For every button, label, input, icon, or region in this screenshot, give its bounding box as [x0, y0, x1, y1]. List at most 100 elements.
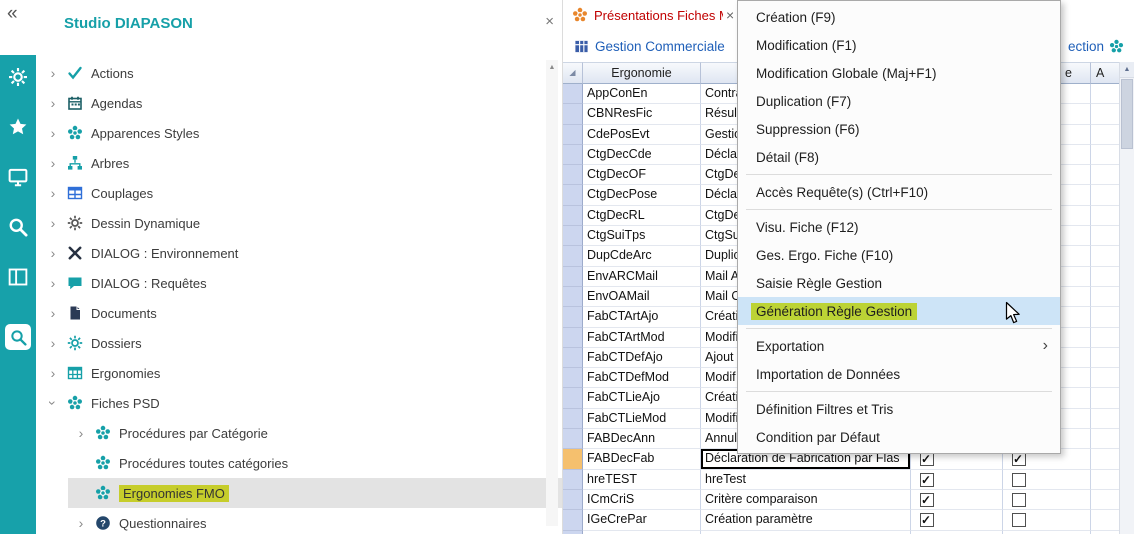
row-header-cell[interactable]: [563, 165, 583, 185]
extra-cell[interactable]: [1091, 104, 1120, 124]
checkbox-cell-2[interactable]: [1003, 490, 1091, 510]
row-header-cell[interactable]: [563, 307, 583, 327]
column-header-ergonomie[interactable]: Ergonomie: [583, 62, 701, 84]
tree-item-ergonomies-fmo[interactable]: Ergonomies FMO: [36, 478, 562, 508]
chevron-right-icon[interactable]: ›: [46, 95, 60, 111]
ergonomie-cell[interactable]: FabCTDefMod: [583, 368, 701, 388]
tree-item-actions[interactable]: ›Actions: [36, 58, 562, 88]
ergonomie-cell[interactable]: FABDecFab: [583, 449, 701, 469]
tree-item-dossiers[interactable]: ›Dossiers: [36, 328, 562, 358]
checkbox-cell-1[interactable]: [911, 490, 1003, 510]
chevron-right-icon[interactable]: ›: [46, 155, 60, 171]
tree-scrollbar[interactable]: ▲: [546, 60, 558, 526]
row-header-cell[interactable]: [563, 185, 583, 205]
chevron-right-icon[interactable]: ›: [46, 335, 60, 351]
chevron-right-icon[interactable]: ›: [46, 275, 60, 291]
select-all-corner-icon[interactable]: ◢: [569, 69, 575, 77]
corner-header[interactable]: ◢: [563, 62, 583, 84]
ergonomie-cell[interactable]: AppConEn: [583, 84, 701, 104]
checkbox-cell-2[interactable]: [1003, 510, 1091, 530]
row-header-cell[interactable]: [563, 328, 583, 348]
layouts-button[interactable]: [0, 259, 36, 295]
extra-cell[interactable]: [1091, 328, 1120, 348]
ergonomie-cell[interactable]: CdePosEvt: [583, 125, 701, 145]
row-header-cell[interactable]: [563, 125, 583, 145]
search-button[interactable]: [0, 209, 36, 245]
ergonomie-cell[interactable]: CtgSuiTps: [583, 226, 701, 246]
chevron-right-icon[interactable]: ›: [46, 65, 60, 81]
ergonomie-cell[interactable]: EnvOAMail: [583, 287, 701, 307]
table-scrollbar[interactable]: ▲: [1119, 62, 1134, 534]
table-row-hretest[interactable]: hreTESThreTest: [563, 470, 1134, 490]
workspace-button[interactable]: [0, 159, 36, 195]
checkbox-cell-1[interactable]: [911, 470, 1003, 490]
chevron-right-icon[interactable]: ›: [46, 365, 60, 381]
ergonomie-cell[interactable]: FabCTLieMod: [583, 409, 701, 429]
advanced-search-button[interactable]: [0, 319, 36, 355]
extra-cell[interactable]: [1091, 84, 1120, 104]
menu-item-condition-par-defaut[interactable]: Condition par Défaut: [738, 423, 1060, 451]
ergonomie-cell[interactable]: CtgDecOF: [583, 165, 701, 185]
checkbox[interactable]: [920, 493, 934, 507]
designation-cell[interactable]: Création paramètre: [701, 510, 911, 530]
checkbox-cell-2[interactable]: [1003, 470, 1091, 490]
tree-item-procedures-toutes-categories[interactable]: Procédures toutes catégories: [36, 448, 562, 478]
menu-item-creation-f9[interactable]: Création (F9): [738, 3, 1060, 31]
ergonomie-cell[interactable]: FabCTArtMod: [583, 328, 701, 348]
extra-cell[interactable]: [1091, 267, 1120, 287]
row-header-cell[interactable]: [563, 409, 583, 429]
row-header-cell[interactable]: [563, 368, 583, 388]
extra-cell[interactable]: [1091, 368, 1120, 388]
tree-item-ergonomies[interactable]: ›Ergonomies: [36, 358, 562, 388]
extra-cell[interactable]: [1091, 470, 1120, 490]
tree-item-fiches-psd[interactable]: ›Fiches PSD: [36, 388, 562, 418]
ergonomie-cell[interactable]: hreTEST: [583, 470, 701, 490]
row-header-cell[interactable]: [563, 429, 583, 449]
menu-item-ges-ergo-fiche-f10[interactable]: Ges. Ergo. Fiche (F10): [738, 241, 1060, 269]
menu-item-exportation[interactable]: Exportation›: [738, 332, 1060, 360]
row-header-cell[interactable]: [563, 388, 583, 408]
extra-cell[interactable]: [1091, 287, 1120, 307]
column-header-3[interactable]: A: [1091, 62, 1120, 84]
extra-cell[interactable]: [1091, 206, 1120, 226]
row-header-cell[interactable]: [563, 267, 583, 287]
extra-cell[interactable]: [1091, 510, 1120, 530]
menu-item-saisie-regle-gestion[interactable]: Saisie Règle Gestion: [738, 269, 1060, 297]
chevron-right-icon[interactable]: ›: [74, 515, 88, 531]
ergonomie-cell[interactable]: FABDecAnn: [583, 429, 701, 449]
ergonomie-cell[interactable]: EnvARCMail: [583, 267, 701, 287]
table-row-igecrepar[interactable]: IGeCreParCréation paramètre: [563, 510, 1134, 530]
tree-item-dessin-dynamique[interactable]: ›Dessin Dynamique: [36, 208, 562, 238]
table-row-icmcris[interactable]: ICmCriSCritère comparaison: [563, 490, 1134, 510]
row-header-cell[interactable]: [563, 490, 583, 510]
extra-cell[interactable]: [1091, 145, 1120, 165]
row-header-cell[interactable]: [563, 287, 583, 307]
extra-cell[interactable]: [1091, 307, 1120, 327]
tree-item-documents[interactable]: ›Documents: [36, 298, 562, 328]
table-scroll-thumb[interactable]: [1121, 79, 1133, 149]
menu-item-visu-fiche-f12[interactable]: Visu. Fiche (F12): [738, 213, 1060, 241]
menu-item-suppression-f6[interactable]: Suppression (F6): [738, 115, 1060, 143]
tree-item-arbres[interactable]: ›Arbres: [36, 148, 562, 178]
ergonomie-cell[interactable]: CtgDecRL: [583, 206, 701, 226]
extra-cell[interactable]: [1091, 490, 1120, 510]
row-header-cell[interactable]: [563, 246, 583, 266]
row-header-cell[interactable]: [563, 84, 583, 104]
checkbox[interactable]: [1012, 493, 1026, 507]
chevron-right-icon[interactable]: ›: [46, 245, 60, 261]
extra-cell[interactable]: [1091, 165, 1120, 185]
ergonomie-cell[interactable]: IGeCrePar: [583, 510, 701, 530]
menu-item-importation-de-donnees[interactable]: Importation de Données: [738, 360, 1060, 388]
table-scroll-up-button[interactable]: ▲: [1120, 62, 1134, 78]
ergonomie-cell[interactable]: CtgDecPose: [583, 185, 701, 205]
extra-cell[interactable]: [1091, 246, 1120, 266]
checkbox[interactable]: [920, 513, 934, 527]
tree-item-agendas[interactable]: ›Agendas: [36, 88, 562, 118]
menu-item-duplication-f7[interactable]: Duplication (F7): [738, 87, 1060, 115]
table-row-igeenrfic[interactable]: IGeEnrFicEnregistrement fichier: [563, 531, 1134, 534]
chevron-down-icon[interactable]: ›: [45, 396, 61, 410]
checkbox[interactable]: [1012, 513, 1026, 527]
designation-cell[interactable]: hreTest: [701, 470, 911, 490]
tree-item-procedures-par-categorie[interactable]: ›Procédures par Catégorie: [36, 418, 562, 448]
checkbox[interactable]: [1012, 473, 1026, 487]
